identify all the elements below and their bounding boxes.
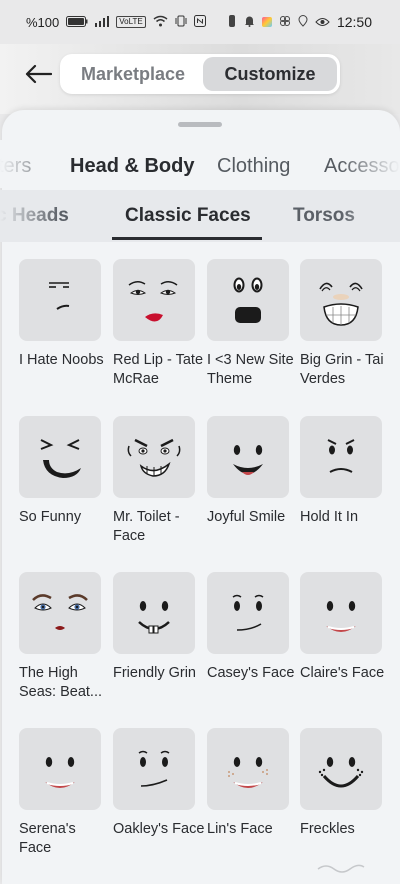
face-image xyxy=(32,594,88,630)
battery-percent: %100 xyxy=(26,14,60,30)
item-name: So Funny xyxy=(19,509,82,525)
face-image xyxy=(45,757,75,788)
item-thumbnail xyxy=(300,259,382,341)
status-right: 12:50 xyxy=(227,14,372,30)
item-name: Big Grin - Tai Verdes xyxy=(300,352,384,387)
arrow-left-icon xyxy=(25,64,52,84)
item-card[interactable]: Mr. Toilet - Face xyxy=(113,416,199,546)
item-name: I <3 New Site Theme xyxy=(207,352,294,387)
mode-switcher: Marketplace Customize xyxy=(60,54,340,94)
face-image xyxy=(327,439,355,473)
item-thumbnail xyxy=(300,728,382,810)
item-card[interactable]: Claire's Face xyxy=(300,572,386,683)
item-card[interactable]: Red Lip - Tate McRae xyxy=(113,259,203,389)
item-card[interactable]: Hold It In xyxy=(300,416,386,527)
item-thumbnail xyxy=(19,416,101,498)
item-card[interactable]: I <3 New Site Theme xyxy=(207,259,294,389)
item-card[interactable]: Freckles xyxy=(300,728,386,839)
active-subtab-underline xyxy=(112,237,262,240)
face-image xyxy=(127,438,181,477)
wifi-icon xyxy=(153,15,168,30)
category-tabs: ters Head & Body Clothing Accesso xyxy=(0,140,400,188)
item-card[interactable]: So Funny xyxy=(19,416,105,527)
tab-clothing[interactable]: Clothing xyxy=(217,140,290,188)
item-name: Serena's Face xyxy=(19,821,76,856)
watermark xyxy=(316,861,366,876)
face-image xyxy=(49,282,70,310)
item-thumbnail xyxy=(19,572,101,654)
item-name: Casey's Face xyxy=(207,665,295,681)
item-card[interactable]: Big Grin - Tai Verdes xyxy=(300,259,386,389)
item-name: Freckles xyxy=(300,821,355,837)
item-thumbnail xyxy=(113,572,195,654)
item-name: Claire's Face xyxy=(300,665,385,681)
item-name: Lin's Face xyxy=(207,821,273,837)
item-thumbnail xyxy=(113,416,195,498)
item-name: Oakley's Face xyxy=(113,821,205,837)
face-image xyxy=(40,439,81,478)
item-thumbnail xyxy=(207,416,289,498)
face-image xyxy=(138,750,170,787)
volte-icon: VoLTE xyxy=(116,16,146,28)
face-image xyxy=(233,445,263,475)
clock-time: 12:50 xyxy=(336,14,372,30)
item-thumbnail xyxy=(207,572,289,654)
item-thumbnail xyxy=(300,416,382,498)
tab-characters[interactable]: ters xyxy=(0,140,31,188)
item-card[interactable]: Serena's Face xyxy=(19,728,105,858)
back-button[interactable] xyxy=(22,58,54,90)
item-card[interactable]: Oakley's Face xyxy=(113,728,204,839)
item-thumbnail xyxy=(113,259,195,341)
face-image xyxy=(138,601,170,634)
location-icon xyxy=(298,14,308,30)
item-card[interactable]: The High Seas: Beat... xyxy=(19,572,105,702)
notification-bell-icon xyxy=(244,15,255,30)
face-image xyxy=(232,594,264,631)
customize-tab[interactable]: Customize xyxy=(203,57,337,91)
item-thumbnail xyxy=(19,259,101,341)
face-image xyxy=(318,757,364,788)
sheet-drag-handle[interactable] xyxy=(178,122,222,127)
item-card[interactable]: Casey's Face xyxy=(207,572,294,683)
subtab-heads[interactable]: c Heads xyxy=(0,190,69,240)
subcategory-tabs: c Heads Classic Faces Torsos xyxy=(0,190,400,242)
signal-icon xyxy=(95,15,110,30)
item-thumbnail xyxy=(19,728,101,810)
nfc-icon xyxy=(193,14,206,30)
face-image xyxy=(128,281,178,322)
vibrate-icon xyxy=(175,15,187,30)
flower-icon xyxy=(279,15,291,30)
item-name: I Hate Noobs xyxy=(19,352,104,368)
tab-accessories[interactable]: Accesso xyxy=(324,140,400,188)
status-left: %100 VoLTE xyxy=(26,14,206,30)
face-image xyxy=(233,277,263,323)
item-name: Hold It In xyxy=(300,509,359,525)
item-name: The High Seas: Beat... xyxy=(19,665,103,700)
item-name: Mr. Toilet - Face xyxy=(113,509,180,544)
item-name: Joyful Smile xyxy=(207,509,286,525)
alarm-icon xyxy=(227,14,237,30)
gallery-app-icon xyxy=(261,17,272,27)
marketplace-tab[interactable]: Marketplace xyxy=(63,57,203,91)
face-image xyxy=(228,757,268,788)
subtab-classic-faces[interactable]: Classic Faces xyxy=(125,190,251,240)
item-card[interactable]: Friendly Grin xyxy=(113,572,199,683)
item-thumbnail xyxy=(113,728,195,810)
eye-icon xyxy=(315,15,330,30)
item-card[interactable]: Lin's Face xyxy=(207,728,293,839)
tab-head-body[interactable]: Head & Body xyxy=(70,140,194,188)
item-card[interactable]: I Hate Noobs xyxy=(19,259,105,370)
item-thumbnail xyxy=(300,572,382,654)
item-thumbnail xyxy=(207,259,289,341)
face-image xyxy=(326,601,356,632)
subtab-torsos[interactable]: Torsos xyxy=(293,190,355,240)
status-bar: %100 VoLTE 12:50 xyxy=(0,0,400,44)
item-thumbnail xyxy=(207,728,289,810)
item-card[interactable]: Joyful Smile xyxy=(207,416,293,527)
battery-icon xyxy=(66,15,88,30)
item-name: Friendly Grin xyxy=(113,665,196,681)
item-name: Red Lip - Tate McRae xyxy=(113,352,204,387)
face-image xyxy=(319,282,363,326)
